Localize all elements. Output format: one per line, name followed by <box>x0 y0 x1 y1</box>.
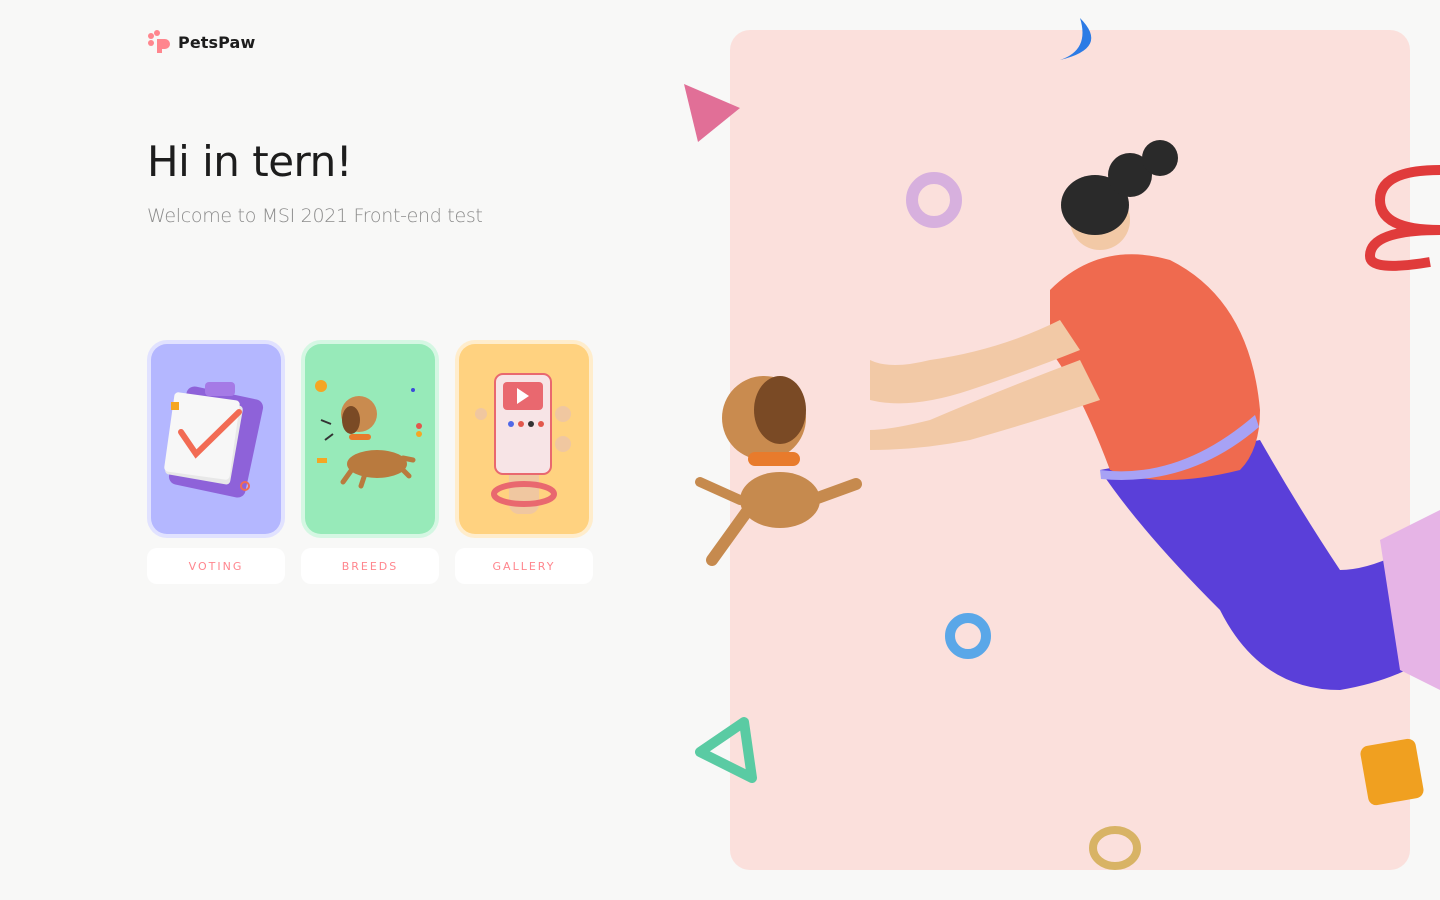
nav-item-voting[interactable]: VOTING <box>147 340 285 584</box>
page-subtitle: Welcome to MSI 2021 Front-end test <box>147 205 483 227</box>
voting-card[interactable] <box>147 340 285 538</box>
voting-button[interactable]: VOTING <box>147 548 285 584</box>
logo[interactable]: PetsPaw <box>147 30 255 54</box>
nav-item-gallery[interactable]: GALLERY <box>455 340 593 584</box>
logo-text: PetsPaw <box>178 32 256 52</box>
main-nav: VOTING BREEDS GALLERY <box>147 340 593 584</box>
dog-icon <box>315 380 422 489</box>
paw-icon <box>148 30 170 53</box>
gallery-button[interactable]: GALLERY <box>455 548 593 584</box>
breeds-button[interactable]: BREEDS <box>301 548 439 584</box>
gallery-card[interactable] <box>455 340 593 538</box>
clipboard-check-icon <box>164 382 264 498</box>
phone-gallery-icon <box>475 373 571 514</box>
breeds-card[interactable] <box>301 340 439 538</box>
page-title: Hi in tern! <box>147 137 353 186</box>
nav-item-breeds[interactable]: BREEDS <box>301 340 439 584</box>
hero-panel <box>730 30 1410 870</box>
